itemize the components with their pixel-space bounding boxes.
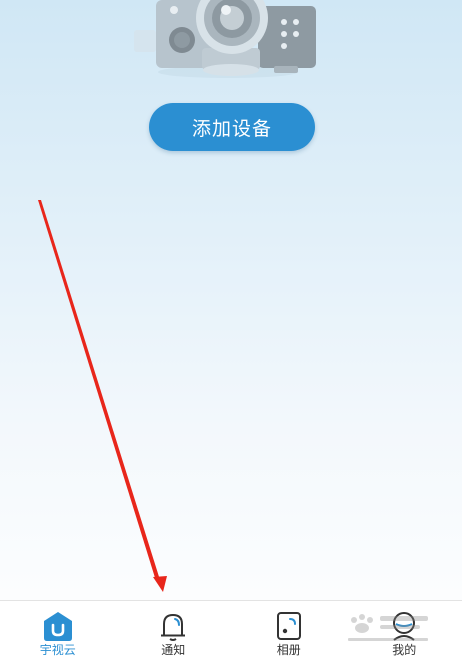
watermark-logo-icon	[344, 612, 434, 646]
tab-album[interactable]: 相册	[231, 601, 347, 659]
tab-label: 相册	[277, 643, 301, 657]
annotation-arrow-icon	[0, 0, 462, 658]
tab-notifications[interactable]: 通知	[116, 601, 232, 659]
add-device-button[interactable]: 添加设备	[149, 103, 315, 151]
home-icon	[42, 610, 74, 642]
tab-yushiyun[interactable]: 宇视云	[0, 601, 116, 659]
album-icon	[273, 610, 305, 642]
camera-illustration-icon	[128, 0, 328, 82]
tab-label: 宇视云	[40, 643, 76, 657]
bell-icon	[157, 610, 189, 642]
tab-label: 通知	[161, 643, 185, 657]
